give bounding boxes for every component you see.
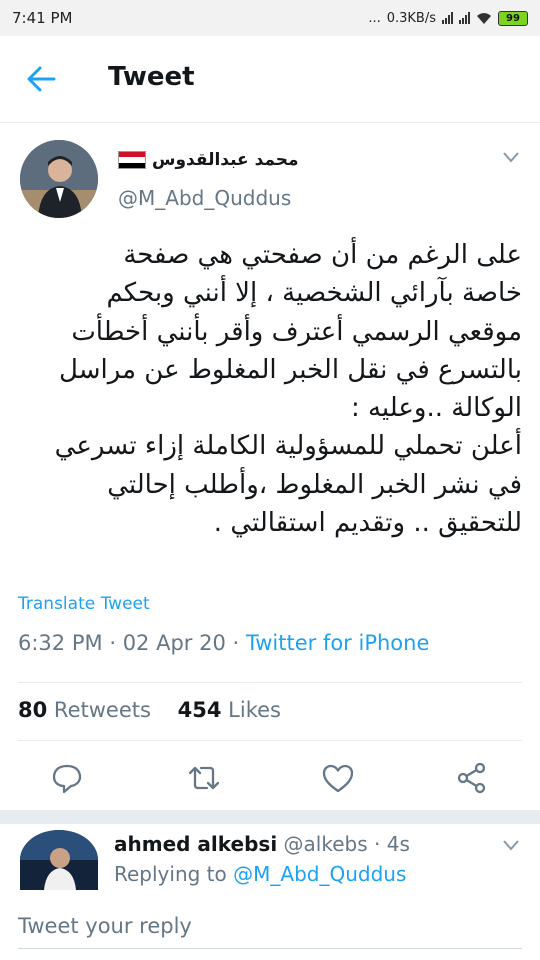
tweet-time: 6:32 PM bbox=[18, 631, 103, 655]
egypt-flag-icon bbox=[118, 151, 146, 169]
translate-tweet-link[interactable]: Translate Tweet bbox=[18, 594, 150, 614]
page-title: Tweet bbox=[108, 62, 195, 92]
back-arrow-icon[interactable] bbox=[24, 64, 58, 94]
divider bbox=[18, 740, 522, 741]
reply-input[interactable] bbox=[18, 904, 522, 949]
status-dots: ... bbox=[368, 10, 381, 26]
author-handle[interactable]: @M_Abd_Quddus bbox=[118, 186, 291, 210]
divider bbox=[18, 682, 522, 683]
reply-author-handle[interactable]: @alkebs bbox=[284, 832, 368, 856]
tweet-stats: 80 Retweets 454 Likes bbox=[18, 698, 281, 722]
app-bar: Tweet bbox=[0, 36, 540, 123]
retweet-label[interactable]: Retweets bbox=[54, 698, 151, 722]
status-time: 7:41 PM bbox=[12, 9, 73, 27]
signal-icon bbox=[442, 12, 453, 24]
chevron-down-icon[interactable] bbox=[502, 838, 520, 852]
tweet-meta: 6:32 PM · 02 Apr 20 · Twitter for iPhone bbox=[18, 631, 429, 655]
reply-composer bbox=[0, 890, 540, 960]
signal-icon-2 bbox=[459, 12, 470, 24]
status-indicators: ... 0.3KB/s 99 bbox=[368, 10, 528, 26]
meta-separator: · bbox=[109, 631, 116, 655]
like-count[interactable]: 454 bbox=[178, 698, 222, 722]
author-name[interactable]: محمد عبدالقدوس bbox=[152, 150, 299, 170]
battery-icon: 99 bbox=[498, 10, 528, 26]
reply-avatar-image bbox=[20, 830, 98, 890]
avatar[interactable] bbox=[20, 140, 98, 218]
tweet-actions bbox=[0, 760, 540, 800]
replying-to-label: Replying to bbox=[114, 862, 227, 886]
retweet-count[interactable]: 80 bbox=[18, 698, 47, 722]
retweet-icon[interactable] bbox=[186, 760, 222, 796]
author-name-row: محمد عبدالقدوس bbox=[118, 150, 299, 170]
section-separator bbox=[0, 810, 540, 824]
reply-icon[interactable] bbox=[49, 760, 85, 796]
meta-separator: · bbox=[232, 631, 240, 655]
status-bar: 7:41 PM ... 0.3KB/s 99 bbox=[0, 0, 540, 36]
replying-to-handle[interactable]: @M_Abd_Quddus bbox=[233, 862, 406, 886]
chevron-down-icon[interactable] bbox=[502, 150, 520, 164]
tweet-text: على الرغم من أن صفحتي هي صفحة خاصة بآرائ… bbox=[54, 240, 522, 539]
avatar-image bbox=[20, 140, 98, 218]
reply-avatar[interactable] bbox=[20, 830, 98, 890]
reply-age: 4s bbox=[386, 832, 410, 856]
like-icon[interactable] bbox=[320, 760, 356, 796]
reply-header: ahmed alkebsi @alkebs · 4s bbox=[114, 832, 410, 856]
network-speed: 0.3KB/s bbox=[386, 10, 436, 26]
tweet-source-link[interactable]: Twitter for iPhone bbox=[246, 631, 430, 655]
wifi-icon bbox=[477, 12, 491, 24]
reply-separator: · bbox=[374, 832, 381, 856]
tweet-date: 02 Apr 20 bbox=[122, 631, 226, 655]
share-icon[interactable] bbox=[454, 760, 490, 796]
replying-to: Replying to @M_Abd_Quddus bbox=[114, 862, 406, 886]
like-label[interactable]: Likes bbox=[228, 698, 281, 722]
reply-author-name[interactable]: ahmed alkebsi bbox=[114, 832, 277, 856]
